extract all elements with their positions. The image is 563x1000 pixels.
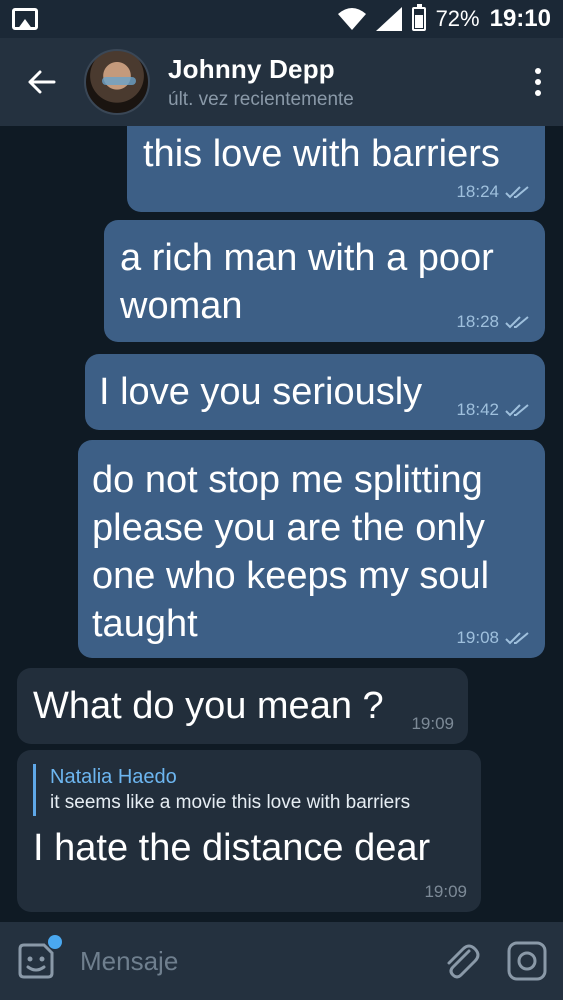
battery-percent: 72% [435, 6, 480, 31]
signal-icon [375, 7, 402, 31]
message-meta: 18:28 [456, 312, 531, 332]
message-text: What do you mean ? [33, 685, 384, 727]
message-bubble-outgoing[interactable]: this love with barriers 18:24 [127, 126, 545, 212]
back-button[interactable] [0, 38, 84, 126]
reply-text: it seems like a movie this love with bar… [50, 792, 411, 813]
message-time: 18:24 [456, 182, 499, 201]
contact-status: últ. vez recientemente [168, 88, 354, 110]
message-meta: 18:24 [456, 182, 531, 202]
message-bubble-outgoing[interactable]: I love you seriously 18:42 [85, 354, 545, 430]
contact-info[interactable]: Johnny Depp últ. vez recientemente [168, 54, 354, 111]
message-bubble-incoming[interactable]: Natalia Haedo it seems like a movie this… [17, 750, 481, 912]
message-input[interactable]: Mensaje [80, 946, 439, 977]
message-time: 19:09 [411, 714, 454, 733]
double-check-icon [505, 316, 529, 329]
wifi-icon [337, 8, 366, 30]
reply-quote[interactable]: Natalia Haedo it seems like a movie this… [33, 764, 465, 816]
more-options-button[interactable] [513, 38, 563, 126]
message-time: 19:08 [456, 628, 499, 647]
status-right: 72% 19:10 [337, 4, 551, 33]
camera-icon [507, 941, 547, 981]
reply-author: Natalia Haedo [50, 766, 177, 788]
message-text: please you are the only [92, 507, 485, 549]
message-list[interactable]: this love with barriers 18:24 a rich man… [0, 126, 563, 922]
status-bar: 72% 19:10 [0, 0, 563, 38]
sticker-button[interactable] [14, 935, 62, 983]
battery-icon [411, 4, 426, 31]
message-time: 18:42 [456, 400, 499, 419]
message-meta: 19:09 [424, 882, 467, 902]
message-text: a rich man with a poor [120, 237, 494, 279]
message-bubble-incoming[interactable]: What do you mean ? 19:09 [17, 668, 468, 744]
double-check-icon [505, 186, 529, 199]
message-meta: 19:08 [456, 628, 531, 648]
message-bubble-outgoing[interactable]: do not stop me splitting please you are … [78, 440, 545, 658]
avatar-glasses [102, 77, 136, 85]
double-check-icon [505, 632, 529, 645]
message-meta: 19:09 [411, 714, 454, 734]
clock: 19:10 [489, 5, 551, 32]
message-bubble-outgoing[interactable]: a rich man with a poor woman 18:28 [104, 220, 545, 342]
chat-header: Johnny Depp últ. vez recientemente [0, 38, 563, 126]
message-text: one who keeps my soul [92, 555, 490, 597]
message-input-bar: Mensaje [0, 922, 563, 1000]
double-check-icon [505, 404, 529, 417]
back-arrow-icon [28, 70, 56, 94]
camera-button[interactable] [505, 939, 549, 983]
contact-name: Johnny Depp [168, 53, 335, 84]
avatar[interactable] [84, 49, 150, 115]
gallery-icon [12, 8, 38, 30]
attach-icon [447, 944, 480, 979]
message-meta: 18:42 [456, 400, 531, 420]
message-text: this love with barriers [143, 133, 500, 175]
message-text: do not stop me splitting [92, 459, 483, 501]
attach-button[interactable] [439, 939, 483, 983]
message-time: 19:09 [424, 882, 467, 901]
more-vert-icon [535, 68, 541, 74]
message-time: 18:28 [456, 312, 499, 331]
message-text: I hate the distance dear [33, 827, 431, 869]
notification-dot [48, 935, 62, 949]
